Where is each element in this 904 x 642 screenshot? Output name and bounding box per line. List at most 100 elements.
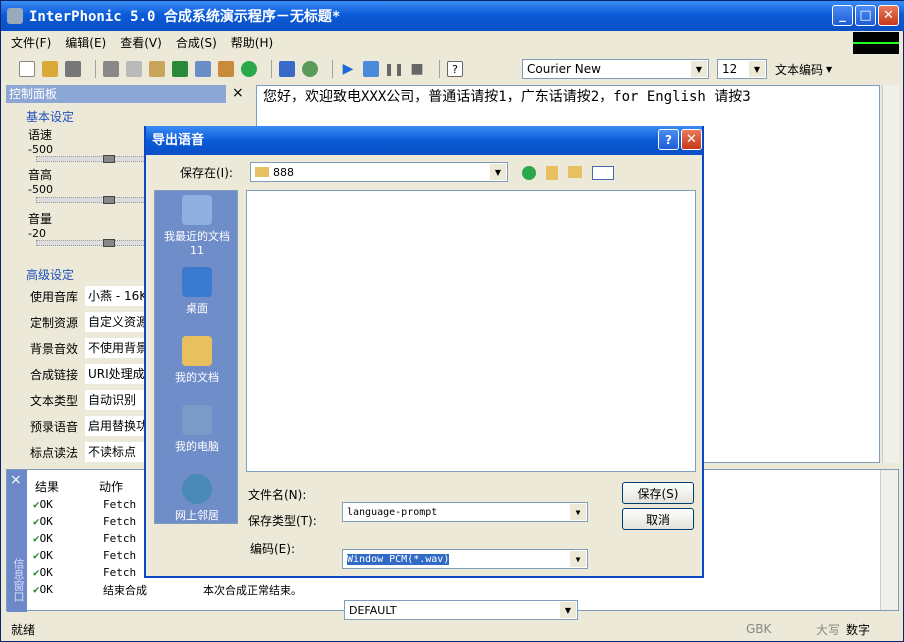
volume-slider-thumb[interactable]: [103, 239, 115, 247]
pitch-slider-thumb[interactable]: [103, 196, 115, 204]
property-row[interactable]: 背景音效 不使用背景: [30, 335, 145, 361]
cancel-button[interactable]: 取消: [622, 508, 694, 530]
place-desktop[interactable]: 桌面: [155, 267, 239, 316]
menu-synth[interactable]: 合成(S): [176, 34, 217, 51]
places-bar: 我最近的文档 11 桌面 我的文档 我的电脑 网上邻居: [154, 190, 238, 524]
place-documents[interactable]: 我的文档: [155, 336, 239, 385]
chevron-down-icon: ▼: [570, 551, 586, 567]
property-name: 预录语音: [30, 419, 79, 434]
copy-icon[interactable]: [126, 61, 142, 77]
property-name: 使用音库: [30, 289, 79, 304]
table-row[interactable]: ✔OK 结束合成 本次合成正常结束。: [33, 581, 883, 598]
save-in-select[interactable]: 888 ▼: [250, 162, 508, 182]
filename-input[interactable]: language-prompt ▼: [342, 502, 588, 522]
volume-value: -20: [28, 227, 46, 240]
property-row[interactable]: 合成链接 URI处理成: [30, 361, 145, 387]
folder-icon: [255, 167, 269, 177]
font-select-value: Courier New: [527, 62, 601, 76]
separator: [95, 60, 96, 78]
menu-view[interactable]: 查看(V): [120, 34, 162, 51]
chevron-down-icon: ▼: [560, 602, 576, 618]
minimize-button[interactable]: _: [832, 5, 853, 26]
cut-icon[interactable]: [103, 61, 119, 77]
speed-slider-thumb[interactable]: [103, 155, 115, 163]
replace-icon[interactable]: [218, 61, 234, 77]
place-computer[interactable]: 我的电脑: [155, 405, 239, 454]
encoding-label: 编码(E):: [250, 542, 295, 556]
property-name: 标点读法: [30, 445, 79, 460]
zoom-icon[interactable]: [302, 61, 318, 77]
property-row[interactable]: 标点读法 不读标点: [30, 439, 145, 465]
waveform-display: [853, 32, 899, 54]
chevron-down-icon: ▼: [826, 64, 833, 74]
result-cell: OK: [39, 566, 53, 579]
property-value: 自动识别: [85, 390, 145, 410]
paste-icon[interactable]: [149, 61, 165, 77]
dialog-close-button[interactable]: ✕: [681, 129, 702, 150]
dictionary-icon[interactable]: [279, 61, 295, 77]
encoding-select[interactable]: DEFAULT ▼: [344, 600, 578, 620]
new-folder-icon[interactable]: [568, 166, 582, 178]
eraser-icon[interactable]: [65, 61, 81, 77]
place-network-label: 网上邻居: [175, 509, 219, 522]
export-icon[interactable]: [363, 61, 379, 77]
status-text: 就绪: [11, 622, 36, 637]
size-select[interactable]: 12 ▼: [717, 59, 767, 79]
save-in-value: 888: [273, 165, 294, 179]
stop-icon[interactable]: ■: [409, 61, 425, 77]
back-icon[interactable]: [522, 166, 536, 180]
window-title: InterPhonic 5.0 合成系统演示程序－无标题*: [29, 9, 341, 25]
property-row[interactable]: 文本类型 自动识别: [30, 387, 145, 413]
status-caps: 大写: [816, 622, 841, 637]
volume-slider[interactable]: [36, 240, 146, 246]
menu-help[interactable]: 帮助(H): [231, 34, 273, 51]
speed-slider[interactable]: [36, 156, 146, 162]
property-row[interactable]: 预录语音 启用替换功: [30, 413, 145, 439]
property-name: 合成链接: [30, 367, 79, 382]
property-row[interactable]: 使用音库 小燕 - 16K: [30, 283, 145, 309]
column-result[interactable]: 结果: [29, 478, 99, 496]
property-value: 自定义资源: [85, 312, 145, 332]
speed-label: 语速: [28, 128, 53, 142]
property-value: URI处理成: [85, 364, 145, 384]
new-icon[interactable]: [19, 61, 35, 77]
open-icon[interactable]: [42, 61, 58, 77]
place-recent-sub: 11: [190, 244, 204, 257]
property-value: 不读标点: [85, 442, 145, 462]
refresh-icon[interactable]: [241, 61, 257, 77]
chevron-down-icon: ▼: [570, 504, 586, 520]
file-list[interactable]: [246, 190, 696, 472]
save-button[interactable]: 保存(S): [622, 482, 694, 504]
place-recent[interactable]: 我最近的文档 11: [155, 195, 239, 257]
menu-file[interactable]: 文件(F): [11, 34, 51, 51]
view-menu-icon[interactable]: [592, 166, 614, 180]
find-icon[interactable]: [195, 61, 211, 77]
result-cell: OK: [39, 515, 53, 528]
status-encoding: GBK: [746, 622, 772, 636]
maximize-button[interactable]: □: [855, 5, 876, 26]
log-sidebar: × 信息窗口: [7, 470, 27, 612]
export-dialog: 导出语音 ? ✕ 保存在(I): 888 ▼ 我最近的文档 11 桌面 我的文档…: [144, 126, 704, 620]
my-computer-icon: [182, 405, 212, 435]
dialog-help-button[interactable]: ?: [658, 129, 679, 150]
log-scrollbar[interactable]: [880, 470, 898, 610]
font-select[interactable]: Courier New ▼: [522, 59, 709, 79]
up-folder-icon[interactable]: [546, 166, 558, 180]
play-icon[interactable]: ▶: [340, 61, 356, 77]
save-type-select[interactable]: Window PCM(*.wav) ▼: [342, 549, 588, 569]
editor-scrollbar[interactable]: [882, 85, 899, 463]
separator: [332, 60, 333, 78]
log-close-button[interactable]: ×: [7, 472, 27, 488]
property-row[interactable]: 定制资源 自定义资源: [30, 309, 145, 335]
image-icon[interactable]: [172, 61, 188, 77]
pause-icon[interactable]: ❚❚: [384, 61, 404, 77]
separator: [439, 60, 440, 78]
panel-close-button[interactable]: ×: [232, 85, 244, 101]
place-network[interactable]: 网上邻居: [155, 474, 239, 523]
pitch-slider[interactable]: [36, 197, 146, 203]
pitch-value: -500: [28, 183, 53, 196]
close-button[interactable]: ✕: [878, 5, 899, 26]
help-icon[interactable]: ?: [447, 61, 463, 77]
encoding-menu[interactable]: 文本编码: [775, 61, 823, 78]
menu-edit[interactable]: 编辑(E): [65, 34, 106, 51]
